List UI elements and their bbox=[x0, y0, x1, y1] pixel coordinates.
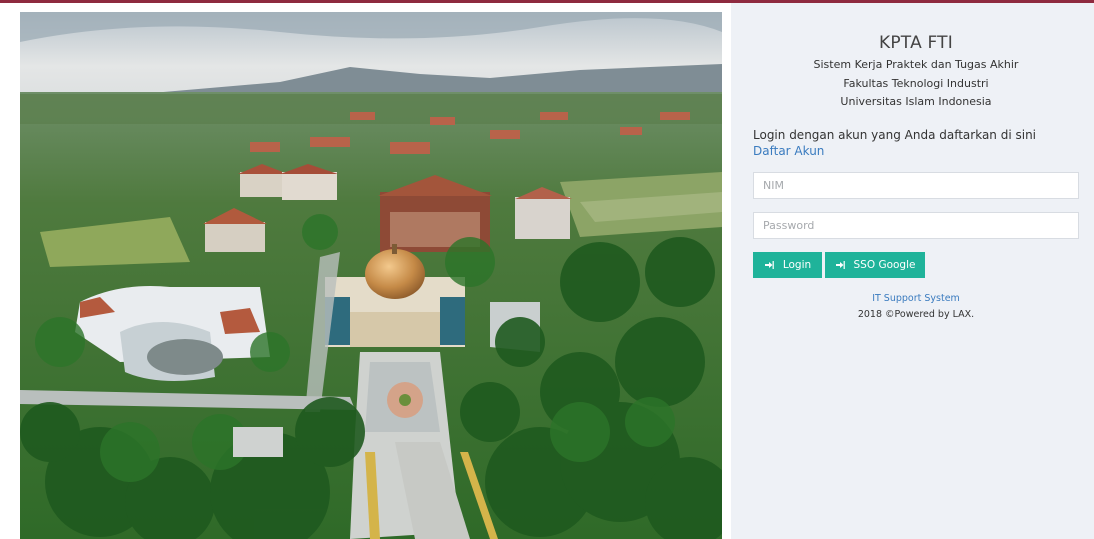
it-support-link[interactable]: IT Support System bbox=[753, 293, 1079, 304]
sign-in-icon bbox=[835, 261, 845, 269]
app-subtitle-line-3: Universitas Islam Indonesia bbox=[840, 95, 992, 108]
login-panel: KPTA FTI Sistem Kerja Praktek dan Tugas … bbox=[731, 3, 1094, 539]
app-subtitle-line-1: Sistem Kerja Praktek dan Tugas Akhir bbox=[813, 58, 1019, 71]
password-input[interactable] bbox=[753, 212, 1079, 239]
campus-aerial-illustration bbox=[20, 12, 722, 539]
login-instruction: Login dengan akun yang Anda daftarkan di… bbox=[753, 128, 1037, 142]
app-subtitle-line-2: Fakultas Teknologi Industri bbox=[843, 77, 989, 90]
register-link[interactable]: Daftar Akun bbox=[753, 144, 824, 158]
nim-input[interactable] bbox=[753, 172, 1079, 199]
sso-google-button-label: SSO Google bbox=[853, 259, 916, 271]
sso-google-button[interactable]: SSO Google bbox=[825, 252, 925, 278]
sign-in-icon bbox=[764, 261, 774, 269]
login-button-label: Login bbox=[782, 259, 812, 271]
login-button[interactable]: Login bbox=[753, 252, 822, 278]
campus-aerial-photo bbox=[20, 12, 722, 539]
login-page: KPTA FTI Sistem Kerja Praktek dan Tugas … bbox=[20, 3, 1094, 539]
powered-by-text: 2018 ©Powered by LAX. bbox=[857, 309, 975, 320]
app-title: KPTA FTI bbox=[879, 33, 953, 53]
